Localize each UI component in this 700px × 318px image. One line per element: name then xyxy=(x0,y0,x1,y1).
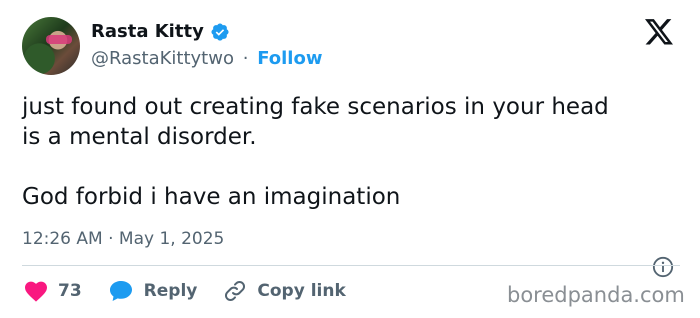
author-handle[interactable]: @RastaKittytwo xyxy=(91,48,234,69)
avatar-detail xyxy=(46,35,72,44)
x-logo-icon[interactable] xyxy=(645,19,673,45)
like-count: 73 xyxy=(58,281,82,301)
follow-button[interactable]: Follow xyxy=(257,48,322,69)
separator-dot: · xyxy=(242,48,249,69)
reply-label: Reply xyxy=(143,281,198,301)
tweet-timestamp[interactable]: 12:26 AM · May 1, 2025 xyxy=(22,229,224,249)
info-icon[interactable] xyxy=(652,256,674,278)
handle-row: @RastaKittytwo · Follow xyxy=(91,48,322,69)
tweet-text: just found out creating fake scenarios i… xyxy=(22,94,609,210)
speech-bubble-icon xyxy=(109,281,132,301)
like-button[interactable]: 73 xyxy=(24,280,82,302)
watermark: boredpanda.com xyxy=(507,283,685,307)
action-bar: 73 Reply Copy link xyxy=(24,279,372,303)
avatar[interactable] xyxy=(22,17,80,75)
divider xyxy=(22,265,680,266)
heart-icon xyxy=(25,281,47,302)
reply-button[interactable]: Reply xyxy=(108,279,198,303)
author-name[interactable]: Rasta Kitty xyxy=(91,21,204,42)
link-icon xyxy=(225,280,246,302)
author-name-row: Rasta Kitty xyxy=(91,21,230,42)
copy-link-button[interactable]: Copy link xyxy=(223,279,346,303)
verified-badge-icon xyxy=(211,22,229,41)
copy-link-label: Copy link xyxy=(257,281,346,301)
